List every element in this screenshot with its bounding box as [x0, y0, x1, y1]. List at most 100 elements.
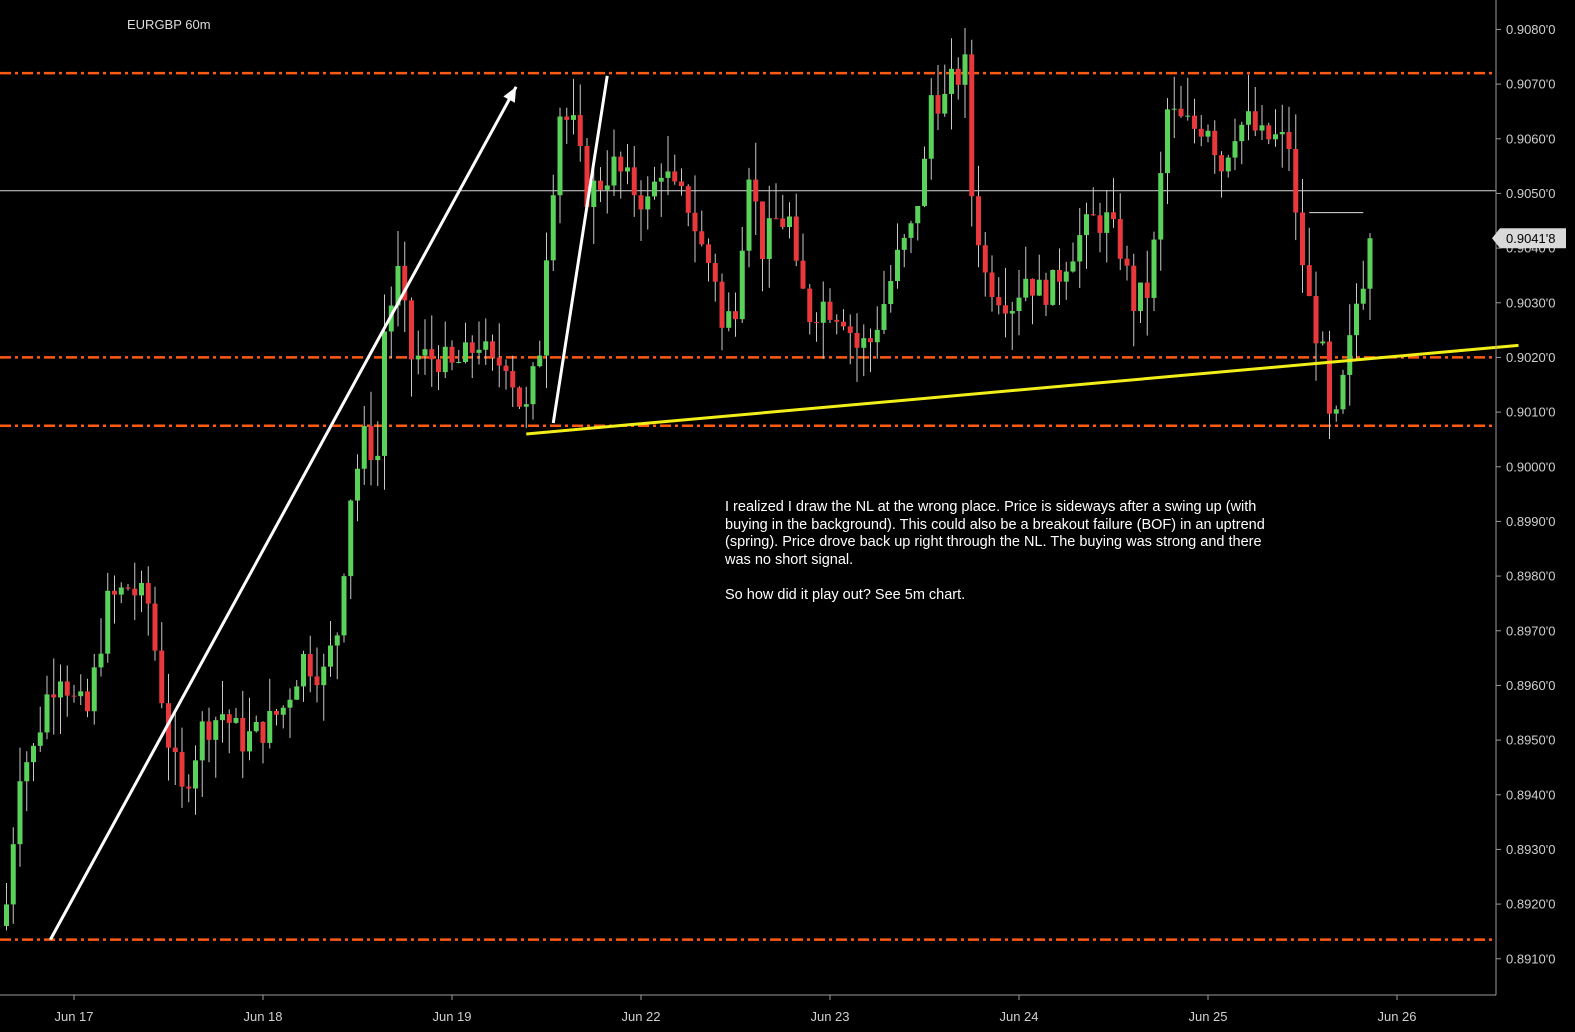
y-tick-label: 0.8950'0	[1506, 733, 1555, 748]
candle-body	[1151, 239, 1157, 298]
candle-body	[834, 319, 840, 322]
y-tick-label: 0.8970'0	[1506, 623, 1555, 638]
candle-body	[476, 349, 482, 353]
candle-body	[24, 762, 30, 782]
candle-body	[44, 694, 50, 733]
candle-body	[112, 590, 117, 595]
candle-body	[550, 195, 556, 261]
candle-body	[503, 365, 509, 372]
candle-body	[172, 747, 178, 753]
candle-body	[922, 158, 927, 206]
x-tick-label: Jun 25	[1188, 1009, 1227, 1024]
candle-body	[1306, 265, 1312, 297]
candle-body	[962, 54, 968, 85]
candle-body	[1198, 128, 1204, 137]
neckline	[526, 343, 1519, 436]
candle-body	[193, 760, 198, 789]
x-tick-label: Jun 17	[54, 1009, 93, 1024]
candle-body	[64, 681, 70, 696]
candle-body	[422, 349, 428, 356]
candle-body	[301, 654, 306, 687]
chart-annotation-text: I realized I draw the NL at the wrong pl…	[725, 499, 1265, 603]
candle-body	[1165, 109, 1170, 174]
candle-body	[949, 68, 954, 94]
candle-body	[206, 721, 212, 740]
candle-body	[348, 500, 354, 577]
candle-body	[739, 250, 745, 320]
candle-body	[247, 731, 252, 752]
candle-body	[233, 717, 239, 723]
candle-body	[537, 355, 543, 367]
y-tick-label: 0.9000'0	[1506, 459, 1555, 474]
candle-body	[787, 216, 792, 228]
candle-body	[652, 181, 657, 197]
candle-body	[152, 603, 158, 651]
candle-body	[442, 346, 448, 373]
candle-body	[874, 329, 880, 343]
y-tick-label: 0.9060'0	[1506, 131, 1555, 146]
candle-body	[820, 301, 826, 323]
candle-body	[85, 691, 90, 712]
candle-body	[1259, 125, 1265, 131]
candle-body	[699, 231, 705, 245]
candle-body	[429, 349, 435, 360]
candle-body	[1138, 282, 1143, 311]
y-tick-label: 0.9050'0	[1506, 186, 1555, 201]
y-tick-label: 0.8920'0	[1506, 897, 1555, 912]
candle-body	[1293, 148, 1299, 213]
candle-body	[719, 281, 725, 328]
candle-body	[118, 587, 124, 595]
candle-body	[577, 115, 583, 147]
candle-body	[17, 781, 23, 845]
candle-body	[746, 179, 752, 251]
candle-body	[145, 583, 151, 604]
candle-body	[58, 681, 63, 698]
candle-body	[341, 576, 347, 636]
candle-body	[557, 116, 563, 196]
candle-body	[226, 714, 232, 723]
candle-body	[517, 387, 522, 407]
candle-body	[888, 281, 894, 305]
candle-body	[733, 311, 738, 320]
candle-body	[1313, 296, 1319, 344]
candle-body	[496, 357, 502, 366]
candle-body	[1104, 212, 1110, 233]
candle-body	[1279, 132, 1285, 135]
candle-body	[1225, 157, 1231, 172]
candle-body	[213, 720, 219, 740]
candle-body	[841, 321, 846, 327]
candle-body	[1158, 173, 1164, 240]
candle-body	[105, 590, 111, 654]
candle-body	[456, 361, 462, 363]
candle-body	[1300, 212, 1305, 266]
candles-layer	[4, 27, 1373, 931]
candle-body	[510, 371, 516, 388]
candle-body	[625, 167, 630, 172]
candle-body	[1354, 303, 1359, 336]
candle-body	[976, 196, 981, 246]
candle-body	[1171, 108, 1177, 110]
candle-body	[1077, 235, 1083, 262]
candle-body	[1050, 270, 1056, 305]
y-tick-label: 0.8960'0	[1506, 678, 1555, 693]
candle-body	[1347, 335, 1353, 375]
candle-body	[760, 201, 765, 260]
candle-body	[1232, 141, 1238, 158]
candle-body	[1063, 271, 1069, 282]
candle-body	[132, 588, 138, 596]
y-tick-label: 0.9080'0	[1506, 22, 1555, 37]
candle-body	[935, 95, 941, 114]
candle-body	[901, 237, 907, 250]
x-tick-label: Jun 19	[432, 1009, 471, 1024]
y-tick-label: 0.9010'0	[1506, 405, 1555, 420]
candle-body	[1178, 108, 1184, 117]
candle-body	[955, 68, 961, 85]
candle-body	[685, 186, 691, 213]
candle-body	[530, 366, 536, 405]
trend-arrow-line	[49, 86, 518, 941]
candle-body	[604, 185, 610, 190]
candle-body	[1030, 278, 1035, 296]
candle-body	[712, 262, 718, 282]
candle-body	[1043, 279, 1049, 305]
y-tick-label: 0.9070'0	[1506, 77, 1555, 92]
